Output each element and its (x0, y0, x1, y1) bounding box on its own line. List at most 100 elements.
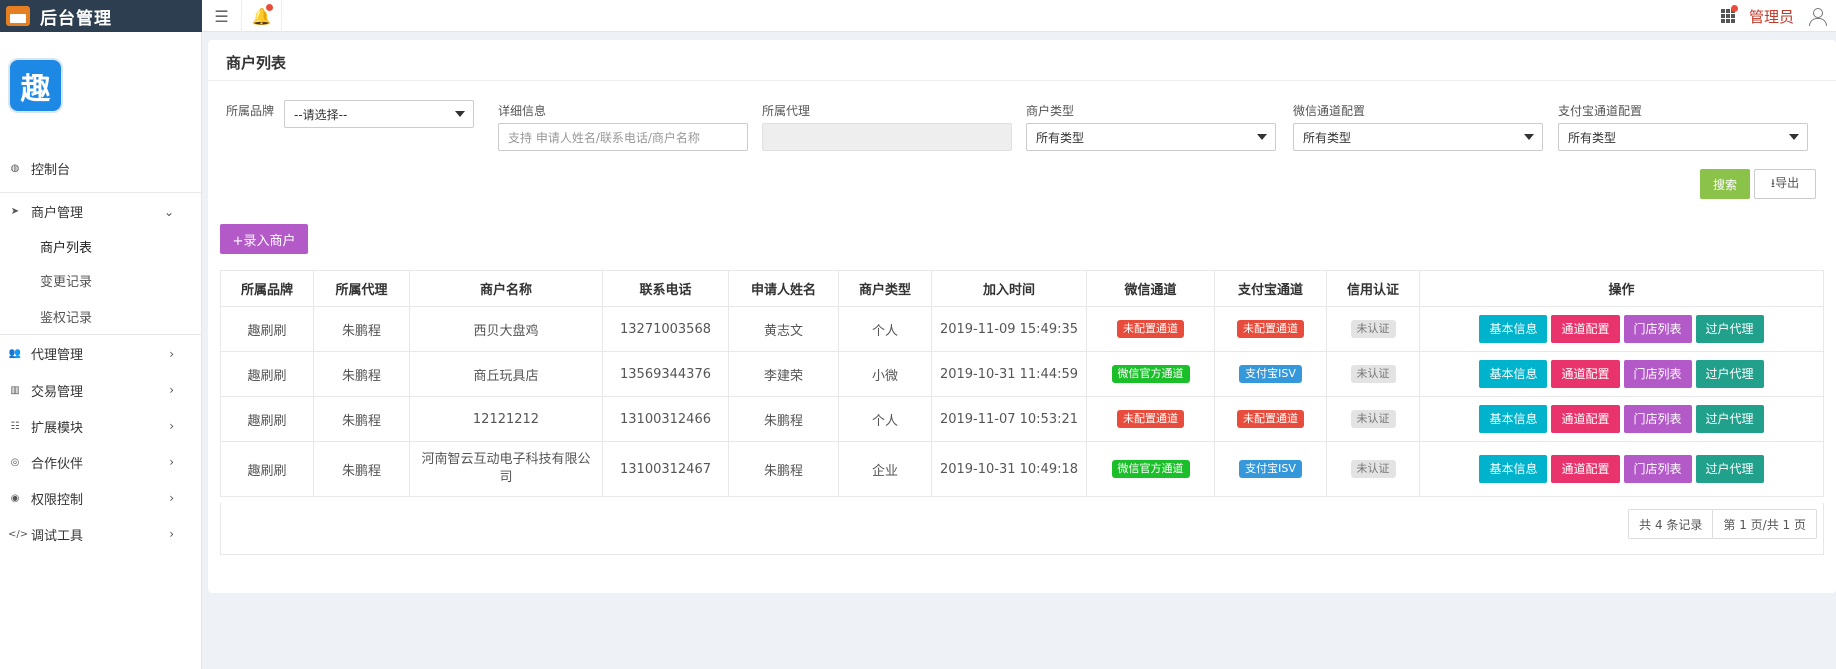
basic-info-button[interactable]: 基本信息 (1479, 405, 1548, 433)
channel-config-button[interactable]: 通道配置 (1551, 360, 1620, 388)
wechat-channel-select[interactable]: 所有类型 (1293, 123, 1543, 151)
sidebar-subitem-auth-log[interactable]: 鉴权记录 (0, 298, 202, 334)
chevron-right-icon: › (169, 383, 174, 397)
alipay-channel-select[interactable]: 所有类型 (1558, 123, 1808, 151)
detail-filter-label: 详细信息 (498, 104, 547, 118)
transfer-agent-button[interactable]: 过户代理 (1695, 360, 1764, 388)
store-list-button[interactable]: 门店列表 (1623, 315, 1692, 343)
admin-name[interactable]: 管理员 (1749, 6, 1794, 27)
sidebar-item-merchant[interactable]: ➤ 商户管理 ⌄ (0, 192, 202, 230)
main-panel: 商户列表 所属品牌 --请选择-- 详细信息 支持 申请人姓名/联系电话/商户名… (208, 40, 1836, 593)
app-title: 后台管理 (40, 8, 112, 29)
cell-merchant-name: 西贝大盘鸡 (409, 306, 603, 352)
cell-type: 个人 (838, 306, 932, 352)
basic-info-button[interactable]: 基本信息 (1479, 315, 1548, 343)
cell-agent: 朱鹏程 (313, 441, 410, 497)
bell-icon[interactable]: 🔔 (242, 0, 282, 32)
sidebar-subitem-merchant-list[interactable]: 商户列表 (0, 230, 202, 262)
export-button[interactable]: ⭳导出 (1754, 169, 1816, 199)
transfer-agent-button[interactable]: 过户代理 (1695, 405, 1764, 433)
column-header: 申请人姓名 (728, 270, 839, 307)
sidebar-item-agent[interactable]: 👥 代理管理 › (0, 334, 202, 372)
cell-alipay: 支付宝ISV (1214, 351, 1327, 397)
cell-joined: 2019-11-07 10:53:21 (931, 396, 1087, 442)
sidebar-item-label: 交易管理 (31, 384, 84, 400)
channel-config-button[interactable]: 通道配置 (1551, 455, 1620, 483)
merchant-type-select[interactable]: 所有类型 (1026, 123, 1276, 151)
menu-toggle-icon[interactable]: ☰ (202, 0, 242, 32)
cell-agent: 朱鹏程 (313, 396, 410, 442)
sidebar-item-debug[interactable]: </> 调试工具 › (0, 516, 202, 552)
cell-merchant-name: 河南智云互动电子科技有限公司 (409, 441, 603, 497)
sidebar-item-label: 调试工具 (31, 528, 84, 544)
user-icon[interactable] (1808, 7, 1827, 26)
caret-down-icon (1257, 134, 1267, 140)
apps-grid-icon[interactable] (1720, 5, 1738, 23)
brand-select[interactable]: --请选择-- (284, 100, 474, 128)
transfer-agent-button[interactable]: 过户代理 (1695, 315, 1764, 343)
status-badge: 支付宝ISV (1239, 460, 1302, 478)
store-list-button[interactable]: 门店列表 (1623, 405, 1692, 433)
sidebar-subitem-change-log[interactable]: 变更记录 (0, 262, 202, 298)
column-header: 操作 (1419, 270, 1824, 307)
sidebar-item-partners[interactable]: ◎ 合作伙伴 › (0, 444, 202, 480)
add-merchant-button[interactable]: +录入商户 (220, 224, 308, 254)
detail-search-input[interactable]: 支持 申请人姓名/联系电话/商户名称 (498, 123, 748, 151)
sidebar-item-trade[interactable]: ▥ 交易管理 › (0, 372, 202, 408)
column-header: 商户类型 (838, 270, 932, 307)
agent-input[interactable] (762, 123, 1012, 151)
cell-actions: 基本信息 通道配置 门店列表 过户代理 (1419, 351, 1824, 397)
table-footer: 共 4 条记录 第 1 页/共 1 页 (220, 503, 1824, 555)
shield-icon: ◉ (10, 492, 20, 504)
brand-select-value: --请选择-- (294, 107, 348, 122)
cell-alipay: 支付宝ISV (1214, 441, 1327, 497)
table-header-row: 所属品牌 所属代理 商户名称 联系电话 申请人姓名 商户类型 加入时间 微信通道… (220, 270, 1824, 307)
status-badge: 未认证 (1350, 365, 1396, 383)
basic-info-button[interactable]: 基本信息 (1479, 455, 1548, 483)
top-right-tools: 管理员 (1720, 0, 1827, 32)
cell-joined: 2019-11-09 15:49:35 (931, 306, 1087, 352)
cell-credit: 未认证 (1326, 396, 1420, 442)
sidebar-item-dashboard[interactable]: ◍ 控制台 (0, 150, 202, 186)
column-header: 所属代理 (313, 270, 410, 307)
search-button[interactable]: 搜索 (1700, 169, 1750, 199)
store-list-button[interactable]: 门店列表 (1623, 360, 1692, 388)
cell-credit: 未认证 (1326, 306, 1420, 352)
status-badge: 未配置通道 (1237, 320, 1304, 338)
status-badge: 未配置通道 (1237, 410, 1304, 428)
pagination: 共 4 条记录 第 1 页/共 1 页 (1628, 509, 1817, 539)
column-header: 信用认证 (1326, 270, 1420, 307)
column-header: 联系电话 (602, 270, 729, 307)
channel-config-button[interactable]: 通道配置 (1551, 405, 1620, 433)
channel-config-button[interactable]: 通道配置 (1551, 315, 1620, 343)
column-header: 支付宝通道 (1214, 270, 1327, 307)
transfer-agent-button[interactable]: 过户代理 (1695, 455, 1764, 483)
table-row: 趣刷刷 朱鹏程 商丘玩具店 13569344376 李建荣 小微 2019-10… (220, 351, 1824, 397)
sidebar-item-extensions[interactable]: ☷ 扩展模块 › (0, 408, 202, 444)
cell-brand: 趣刷刷 (220, 306, 314, 352)
status-badge: 未认证 (1350, 320, 1396, 338)
column-header: 商户名称 (409, 270, 603, 307)
wechat-channel-value: 所有类型 (1303, 130, 1352, 145)
wechat-filter-label: 微信通道配置 (1293, 104, 1366, 118)
cell-type: 小微 (838, 351, 932, 397)
list-icon: ☷ (10, 420, 20, 432)
cell-joined: 2019-10-31 11:44:59 (931, 351, 1087, 397)
paper-plane-icon: ➤ (10, 206, 20, 217)
cell-alipay: 未配置通道 (1214, 396, 1327, 442)
cell-phone: 13569344376 (602, 351, 729, 397)
cell-wechat: 微信官方通道 (1086, 441, 1215, 497)
basic-info-button[interactable]: 基本信息 (1479, 360, 1548, 388)
cell-wechat: 未配置通道 (1086, 396, 1215, 442)
users-icon: 👥 (8, 348, 22, 359)
cell-wechat: 微信官方通道 (1086, 351, 1215, 397)
cell-type: 企业 (838, 441, 932, 497)
caret-down-icon (1524, 134, 1534, 140)
status-badge: 微信官方通道 (1111, 460, 1190, 478)
page-title: 商户列表 (226, 54, 287, 72)
table-row: 趣刷刷 朱鹏程 河南智云互动电子科技有限公司 13100312467 朱鹏程 企… (220, 441, 1824, 497)
column-header: 加入时间 (931, 270, 1087, 307)
sidebar-item-permissions[interactable]: ◉ 权限控制 › (0, 480, 202, 516)
store-list-button[interactable]: 门店列表 (1623, 455, 1692, 483)
notification-dot (266, 4, 273, 11)
